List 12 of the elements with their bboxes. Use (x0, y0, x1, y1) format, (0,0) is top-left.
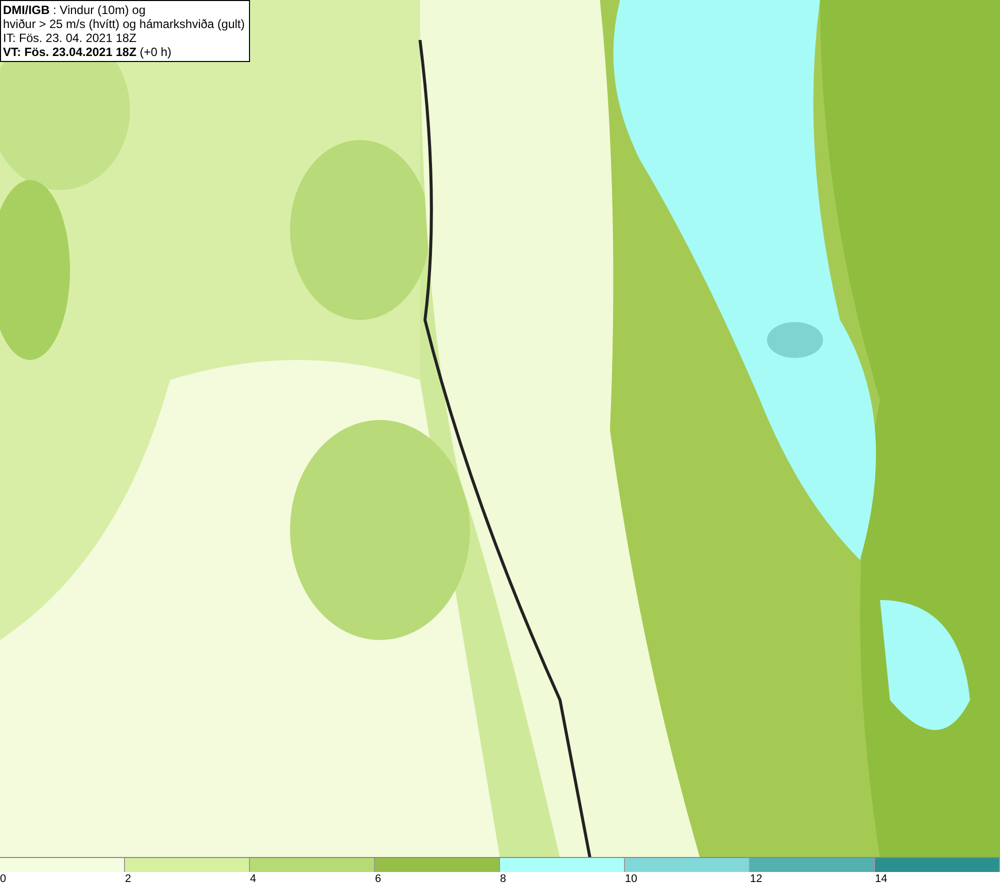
legend-tick-label: 14 (875, 873, 888, 885)
legend-tick-label: 12 (750, 873, 762, 885)
legend-tick-label: 10 (625, 873, 638, 885)
legend-tick-label: 2 (125, 873, 132, 885)
caption-line: DMI/IGB : Vindur (10m) og (3, 3, 146, 17)
legend-tick-label: 0 (0, 873, 6, 885)
legend-tick-label: 6 (375, 873, 382, 885)
caption-line: hviður > 25 m/s (hvítt) og hámarkshviða (gult) (3, 17, 245, 31)
caption-line: IT: Fös. 23. 04. 2021 18Z (3, 31, 138, 45)
legend-tick-label: 8 (500, 873, 506, 885)
caption-line: VT: Fös. 23.04.2021 18Z (+0 h) (3, 45, 172, 59)
legend-tick-label: 4 (250, 873, 256, 885)
